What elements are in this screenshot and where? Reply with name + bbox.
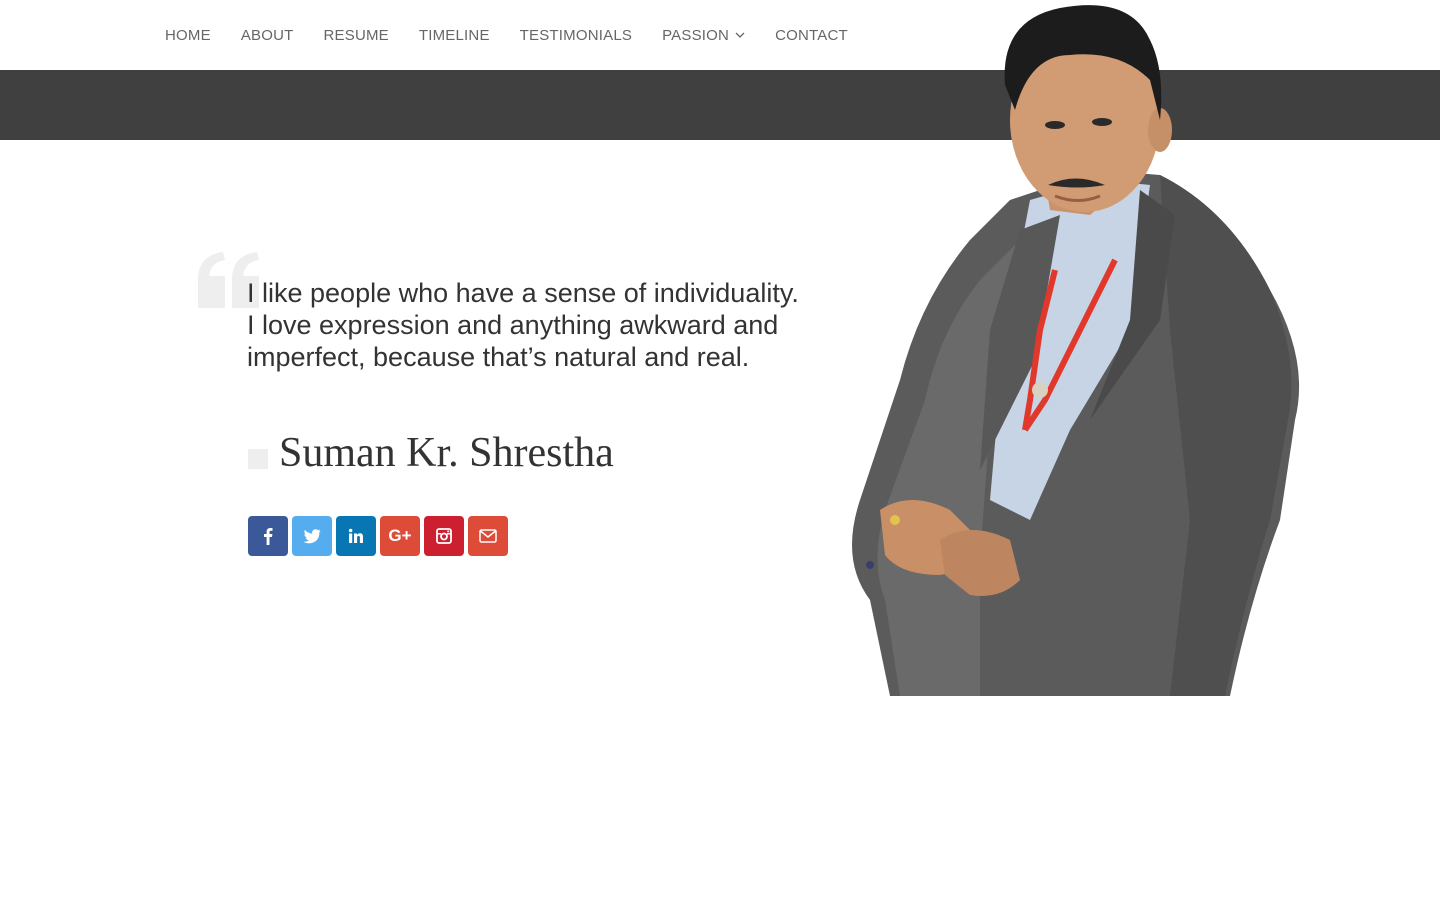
twitter-button[interactable] (292, 516, 332, 556)
nav-item-passion[interactable]: PASSION (647, 27, 760, 44)
nav-item-timeline[interactable]: TIMELINE (404, 27, 505, 44)
nav-menu: HOME ABOUT RESUME TIMELINE TESTIMONIALS … (150, 0, 863, 70)
facebook-icon (264, 528, 273, 545)
linkedin-button[interactable] (336, 516, 376, 556)
page: HOME ABOUT RESUME TIMELINE TESTIMONIALS … (0, 0, 1440, 900)
nav-item-resume[interactable]: RESUME (309, 27, 404, 44)
author-name: Suman Kr. Shrestha (279, 430, 614, 476)
hero-quote: I like people who have a sense of indivi… (247, 278, 799, 372)
google-plus-button[interactable]: G+ (380, 516, 420, 556)
nav-item-testimonials[interactable]: TESTIMONIALS (505, 27, 647, 44)
nav-item-label: TESTIMONIALS (519, 26, 633, 44)
facebook-button[interactable] (248, 516, 288, 556)
social-links: G+ (248, 516, 508, 556)
instagram-icon (436, 528, 452, 544)
nav-item-label: PASSION (662, 26, 730, 44)
nav-item-about[interactable]: ABOUT (226, 27, 309, 44)
portrait-image (852, 5, 1300, 696)
chevron-down-icon (735, 32, 745, 38)
nav-item-home[interactable]: HOME (150, 27, 226, 44)
instagram-button[interactable] (424, 516, 464, 556)
email-button[interactable] (468, 516, 508, 556)
nav-item-label: RESUME (323, 26, 389, 44)
nav-item-label: TIMELINE (418, 26, 490, 44)
signature-square-icon (248, 449, 268, 469)
author-signature: Suman Kr. Shrestha (248, 428, 614, 478)
google-plus-icon: G+ (388, 526, 412, 545)
nav-item-label: ABOUT (240, 26, 294, 44)
linkedin-icon (348, 528, 363, 543)
envelope-icon (479, 529, 497, 543)
twitter-icon (303, 528, 321, 543)
nav-item-label: HOME (165, 26, 211, 44)
